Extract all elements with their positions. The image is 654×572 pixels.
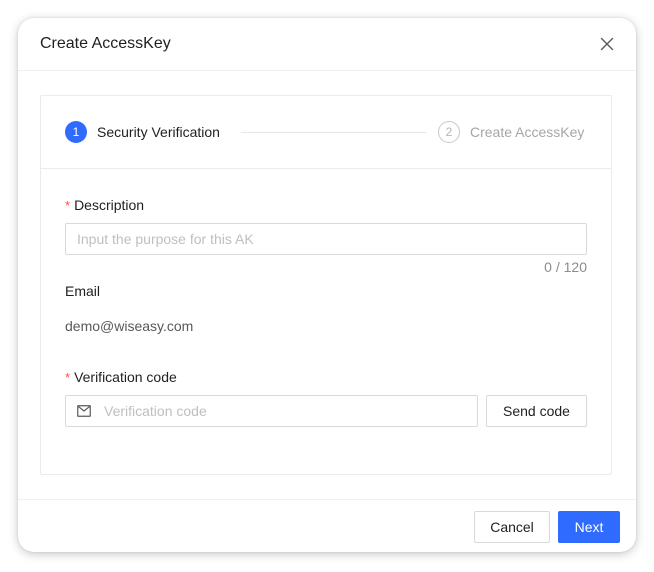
email-label: Email [65, 283, 101, 299]
description-label: * Description [65, 196, 144, 215]
create-accesskey-dialog: Create AccessKey 1 Security Verification… [18, 18, 636, 552]
close-button[interactable] [598, 35, 616, 53]
description-label-text: Description [74, 197, 145, 213]
next-button[interactable]: Next [558, 511, 620, 543]
page: Create AccessKey 1 Security Verification… [0, 0, 654, 572]
dialog-footer: Cancel Next [18, 499, 636, 552]
verification-code-field[interactable] [65, 395, 478, 427]
verification-code-label-text: Verification code [74, 369, 177, 385]
mail-icon [77, 405, 91, 417]
form-card: 1 Security Verification 2 Create AccessK… [40, 95, 612, 475]
steps-bar: 1 Security Verification 2 Create AccessK… [41, 96, 611, 169]
step-1-indicator: 1 [65, 121, 87, 143]
email-value: demo@wiseasy.com [65, 318, 194, 334]
description-input[interactable] [65, 223, 587, 255]
verification-code-label: * Verification code [65, 368, 177, 387]
required-mark: * [65, 370, 71, 385]
verification-code-input[interactable] [104, 396, 474, 426]
description-char-counter: 0 / 120 [544, 259, 587, 275]
dialog-title: Create AccessKey [40, 35, 171, 52]
step-2-label: Create AccessKey [470, 124, 585, 140]
send-code-button[interactable]: Send code [486, 395, 587, 427]
step-connector [241, 132, 426, 133]
dialog-header: Create AccessKey [18, 18, 636, 71]
step-1-label: Security Verification [97, 124, 220, 140]
cancel-button[interactable]: Cancel [474, 511, 550, 543]
close-icon [600, 37, 614, 51]
required-mark: * [65, 198, 71, 213]
step-2-indicator: 2 [438, 121, 460, 143]
